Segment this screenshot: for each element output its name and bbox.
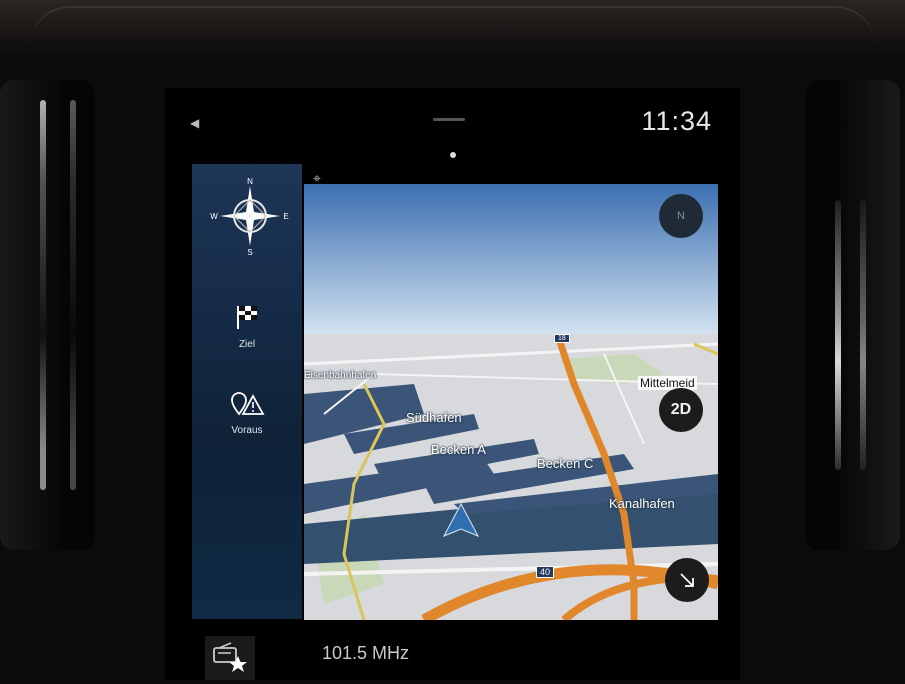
compass-east: E (283, 212, 288, 221)
expand-arrow-icon (680, 573, 694, 587)
radio-frequency: 101.5 MHz (322, 643, 410, 663)
infotainment-screen: ◀ 11:34 N S E W Ziel Voraus ⌖ Südhafen B… (165, 88, 740, 680)
compass-west: W (210, 212, 218, 221)
destination-button[interactable]: Ziel (202, 304, 292, 352)
caret-icon[interactable]: ◀ (190, 116, 199, 130)
map-canvas (304, 184, 718, 620)
pull-down-handle[interactable] (433, 118, 465, 121)
compass-icon[interactable]: N S E W (210, 176, 290, 256)
view-mode-label: 2D (670, 401, 692, 418)
ahead-label: Voraus (231, 425, 263, 436)
destination-label: Ziel (238, 339, 256, 350)
clock: 11:34 (641, 106, 712, 136)
road-shield-40: 40 (536, 566, 555, 578)
map-label-kanalhafen: Kanalhafen (609, 496, 675, 511)
north-label: N (677, 210, 685, 222)
map-label-suedhafen: Südhafen (406, 410, 462, 425)
map-label-mittelmeid: Mittelmeid (638, 376, 697, 390)
road-shield-top: 18 (554, 334, 570, 343)
status-bar: ◀ 11:34 (165, 88, 740, 158)
map-label-top-left: Eisenbahnhafen (304, 370, 377, 381)
expand-map-button[interactable] (665, 558, 709, 602)
view-mode-button[interactable]: 2D (659, 388, 703, 432)
north-up-button[interactable]: N (659, 194, 703, 238)
map-label-becken-a: Becken A (431, 442, 486, 457)
dashboard-top (0, 0, 905, 60)
navigation-sidebar: N S E W Ziel Voraus (192, 164, 302, 619)
left-air-vent (0, 80, 95, 550)
checkered-flag-icon (237, 306, 257, 329)
compass-north: N (247, 177, 253, 186)
radio-favorite-icon (213, 642, 247, 672)
ahead-button[interactable]: Voraus (202, 392, 292, 438)
media-bar: 101.5 MHz (165, 628, 740, 680)
right-air-vent (805, 80, 900, 550)
compass-south: S (247, 248, 252, 256)
page-indicator-dot (450, 152, 456, 158)
map-view[interactable]: Südhafen Becken A Becken C Kanalhafen Ei… (304, 184, 718, 620)
map-label-becken-c: Becken C (537, 456, 594, 471)
radio-favorite-button[interactable] (205, 636, 255, 680)
location-warning-icon (231, 392, 265, 416)
